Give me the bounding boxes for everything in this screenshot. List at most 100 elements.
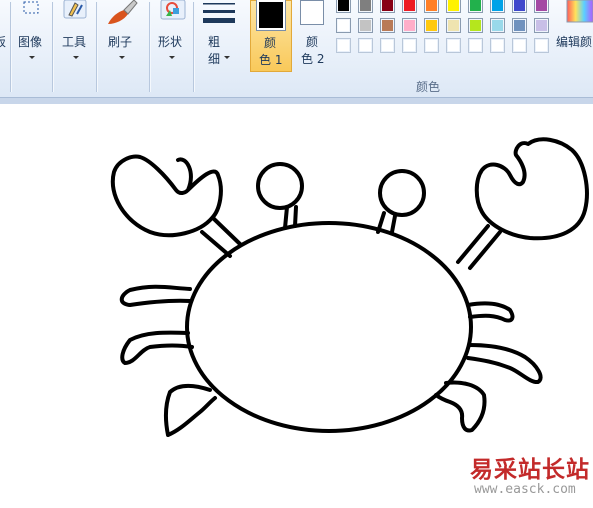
swatch-fill [470, 40, 481, 51]
palette-color-swatch[interactable] [380, 38, 395, 53]
palette-color-swatch[interactable] [336, 18, 351, 33]
swatch-fill [514, 0, 525, 11]
palette-color-swatch[interactable] [534, 18, 549, 33]
palette-color-swatch[interactable] [380, 18, 395, 33]
tools-group-label: 工具 [62, 35, 87, 49]
swatch-fill [448, 40, 459, 51]
palette-color-swatch[interactable] [336, 38, 351, 53]
shapes-group-label: 形状 [158, 35, 183, 49]
size-button[interactable]: 粗 细 [196, 0, 242, 94]
swatch-fill [382, 20, 393, 31]
palette-color-swatch[interactable] [490, 0, 505, 13]
color2-label-line2: 色 2 [301, 52, 325, 66]
swatch-fill [492, 0, 503, 11]
clipboard-group-label[interactable]: 板 [0, 33, 6, 50]
swatch-fill [448, 0, 459, 11]
swatch-fill [404, 40, 415, 51]
size-label-line2: 细 [208, 52, 221, 66]
shapes-group-button[interactable]: 形状 [152, 0, 192, 94]
edit-colors-label: 编辑颜 [556, 35, 593, 49]
swatch-fill [338, 20, 349, 31]
palette-color-swatch[interactable] [424, 18, 439, 33]
swatch-fill [448, 20, 459, 31]
color-palette [334, 0, 556, 94]
swatch-fill [360, 20, 371, 31]
palette-color-swatch[interactable] [424, 0, 439, 13]
palette-color-swatch[interactable] [468, 38, 483, 53]
chevron-down-icon [169, 56, 175, 59]
color2-label-line1: 颜 [306, 35, 319, 49]
swatch-fill [426, 40, 437, 51]
palette-color-swatch[interactable] [468, 18, 483, 33]
swatch-fill [426, 20, 437, 31]
palette-color-swatch[interactable] [446, 0, 461, 13]
palette-color-swatch[interactable] [468, 0, 483, 13]
tools-group-button[interactable]: 工具 [54, 0, 96, 94]
swatch-fill [492, 20, 503, 31]
swatch-fill [536, 0, 547, 11]
palette-color-swatch[interactable] [534, 38, 549, 53]
palette-color-swatch[interactable] [512, 18, 527, 33]
watermark-title: 易采站长站 [470, 456, 590, 483]
chevron-down-icon [29, 56, 35, 59]
chevron-down-icon [224, 56, 230, 59]
color1-swatch [256, 0, 286, 31]
size-label-line1: 粗 [208, 35, 221, 49]
swatch-fill [536, 20, 547, 31]
color2-fill [303, 3, 321, 22]
palette-color-swatch[interactable] [490, 18, 505, 33]
palette-color-swatch[interactable] [424, 38, 439, 53]
palette-color-swatch[interactable] [446, 38, 461, 53]
palette-color-swatch[interactable] [358, 18, 373, 33]
palette-color-swatch[interactable] [534, 0, 549, 13]
color1-label-line2: 色 1 [259, 53, 283, 67]
palette-color-swatch[interactable] [402, 38, 417, 53]
swatch-fill [360, 0, 371, 11]
ribbon: 板 图像 工具 刷子 形状 粗 细 颜 色 1 颜 色 2 颜色 编辑颜 [0, 0, 593, 98]
palette-color-swatch[interactable] [358, 0, 373, 13]
image-group-label: 图像 [18, 35, 43, 49]
swatch-fill [338, 40, 349, 51]
swatch-fill [382, 0, 393, 11]
palette-color-swatch[interactable] [490, 38, 505, 53]
crab-drawing [110, 137, 589, 437]
separator [193, 2, 195, 92]
palette-color-swatch[interactable] [512, 0, 527, 13]
color1-fill [259, 2, 283, 28]
swatch-fill [514, 20, 525, 31]
drawing-canvas[interactable]: 易采站长站 www.easck.com [0, 104, 593, 504]
color2-swatch [300, 0, 324, 25]
swatch-fill [404, 0, 415, 11]
palette-color-swatch[interactable] [402, 0, 417, 13]
swatch-fill [404, 20, 415, 31]
palette-color-swatch[interactable] [446, 18, 461, 33]
swatch-fill [536, 40, 547, 51]
color1-label-line1: 颜 [264, 36, 277, 50]
watermark-url: www.easck.com [474, 482, 576, 497]
brushes-button[interactable]: 刷子 [98, 0, 146, 94]
palette-color-swatch[interactable] [402, 18, 417, 33]
colors-group-label: 颜色 [416, 80, 441, 94]
separator [149, 2, 151, 92]
palette-color-swatch[interactable] [358, 38, 373, 53]
brush-icon [104, 0, 138, 26]
swatch-fill [338, 0, 349, 11]
palette-color-swatch[interactable] [380, 0, 395, 13]
swatch-fill [470, 0, 481, 11]
swatch-fill [492, 40, 503, 51]
select-icon [22, 0, 42, 14]
shapes-icon [160, 0, 186, 20]
color-wheel-icon [566, 0, 593, 24]
line-width-icon [202, 3, 236, 25]
palette-color-swatch[interactable] [336, 0, 351, 13]
chevron-down-icon [73, 56, 79, 59]
swatch-fill [470, 20, 481, 31]
brushes-label: 刷子 [108, 35, 133, 49]
image-group-button[interactable]: 图像 [12, 0, 52, 94]
color1-button[interactable]: 颜 色 1 [250, 0, 292, 72]
edit-colors-button[interactable]: 编辑颜 [556, 0, 593, 94]
palette-color-swatch[interactable] [512, 38, 527, 53]
swatch-fill [382, 40, 393, 51]
pencil-tools-icon [62, 0, 88, 20]
color2-button[interactable]: 颜 色 2 [294, 0, 332, 94]
